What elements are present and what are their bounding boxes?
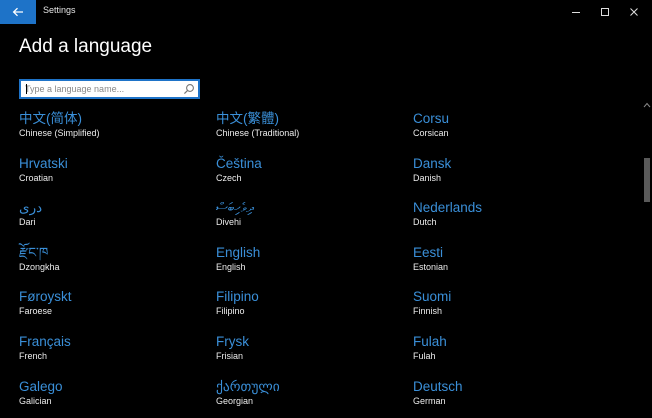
language-english-name: Faroese xyxy=(19,306,53,317)
language-native-name: دری xyxy=(19,200,43,216)
language-item[interactable]: Corsu Corsican xyxy=(413,110,593,150)
language-item[interactable]: Galego Galician xyxy=(19,378,199,418)
language-item[interactable]: Nederlands Dutch xyxy=(413,199,593,239)
language-item[interactable]: English English xyxy=(216,244,396,284)
language-english-name: Fulah xyxy=(413,351,436,361)
scroll-thumb[interactable] xyxy=(644,158,650,202)
language-item[interactable]: ქართული Georgian xyxy=(216,378,396,418)
language-english-name: Dari xyxy=(19,217,36,228)
language-english-name: Dutch xyxy=(413,217,437,228)
language-english-name: French xyxy=(19,351,48,361)
language-english-name: Danish xyxy=(413,172,442,183)
page-title: Add a language xyxy=(19,36,153,57)
language-english-name: Finnish xyxy=(413,306,443,317)
scrollbar[interactable] xyxy=(642,100,652,411)
close-button[interactable] xyxy=(619,0,649,24)
language-native-name: Fulah xyxy=(413,334,447,349)
search-box[interactable] xyxy=(19,79,200,99)
language-english-name: Estonian xyxy=(413,261,449,272)
language-item[interactable]: Eesti Estonian xyxy=(413,244,593,284)
maximize-icon xyxy=(601,8,609,16)
language-native-name: Eesti xyxy=(413,244,444,260)
language-native-name: Galego xyxy=(19,378,63,394)
language-english-name: Chinese (Traditional) xyxy=(216,128,300,138)
minimize-button[interactable] xyxy=(561,0,591,24)
language-native-name: རྫོང་ཁ xyxy=(19,244,49,260)
language-item[interactable]: Čeština Czech xyxy=(216,155,396,195)
language-native-name: Føroyskt xyxy=(19,289,72,305)
back-button[interactable] xyxy=(0,0,36,24)
language-native-name: Čeština xyxy=(216,155,262,171)
language-english-name: Czech xyxy=(216,172,242,183)
language-native-name: 中文(简体) xyxy=(19,111,82,126)
language-item[interactable]: ދިވެހިބަސް Divehi xyxy=(216,199,396,239)
language-native-name: Suomi xyxy=(413,289,452,305)
language-native-name: ދިވެހިބަސް xyxy=(216,200,254,216)
search-input[interactable] xyxy=(25,81,185,97)
language-english-name: Dzongkha xyxy=(19,261,60,272)
language-native-name: Deutsch xyxy=(413,378,463,394)
text-caret xyxy=(26,84,27,94)
language-item[interactable]: Føroyskt Faroese xyxy=(19,288,199,328)
language-native-name: Corsu xyxy=(413,111,450,126)
language-english-name: Chinese (Simplified) xyxy=(19,128,100,138)
language-english-name: Divehi xyxy=(216,217,242,228)
search-icon[interactable] xyxy=(183,83,195,95)
maximize-button[interactable] xyxy=(590,0,620,24)
language-native-name: Filipino xyxy=(216,289,259,305)
language-item[interactable]: Filipino Filipino xyxy=(216,288,396,328)
language-native-name: English xyxy=(216,244,261,260)
language-english-name: Frisian xyxy=(216,351,244,361)
language-native-name: Hrvatski xyxy=(19,155,68,171)
language-english-name: English xyxy=(216,261,246,272)
language-english-name: Corsican xyxy=(413,128,449,138)
language-item[interactable]: Suomi Finnish xyxy=(413,288,593,328)
language-item[interactable]: Dansk Danish xyxy=(413,155,593,195)
language-english-name: German xyxy=(413,395,446,406)
language-item[interactable]: Fulah Fulah xyxy=(413,333,593,373)
language-native-name: Nederlands xyxy=(413,200,483,216)
language-item[interactable]: دری Dari xyxy=(19,199,199,239)
minimize-icon xyxy=(572,12,580,13)
language-native-name: ქართული xyxy=(216,378,280,394)
language-english-name: Filipino xyxy=(216,306,245,317)
language-native-name: Dansk xyxy=(413,155,452,171)
back-arrow-icon xyxy=(12,7,23,17)
language-english-name: Croatian xyxy=(19,172,54,183)
language-english-name: Galician xyxy=(19,395,52,406)
window-title: Settings xyxy=(43,5,76,15)
language-item[interactable]: 中文(繁體) Chinese (Traditional) xyxy=(216,110,396,150)
title-bar: Settings xyxy=(0,0,652,24)
close-icon xyxy=(630,8,638,16)
language-native-name: 中文(繁體) xyxy=(216,111,279,126)
language-native-name: Français xyxy=(19,334,71,349)
language-item[interactable]: Hrvatski Croatian xyxy=(19,155,199,195)
language-item[interactable]: Français French xyxy=(19,333,199,373)
language-english-name: Georgian xyxy=(216,395,254,406)
language-item[interactable]: 中文(简体) Chinese (Simplified) xyxy=(19,110,199,150)
scroll-up-arrow-icon[interactable] xyxy=(642,100,652,110)
language-item[interactable]: Frysk Frisian xyxy=(216,333,396,373)
language-item[interactable]: Deutsch German xyxy=(413,378,593,418)
language-item[interactable]: རྫོང་ཁ Dzongkha xyxy=(19,244,199,284)
language-native-name: Frysk xyxy=(216,334,249,349)
